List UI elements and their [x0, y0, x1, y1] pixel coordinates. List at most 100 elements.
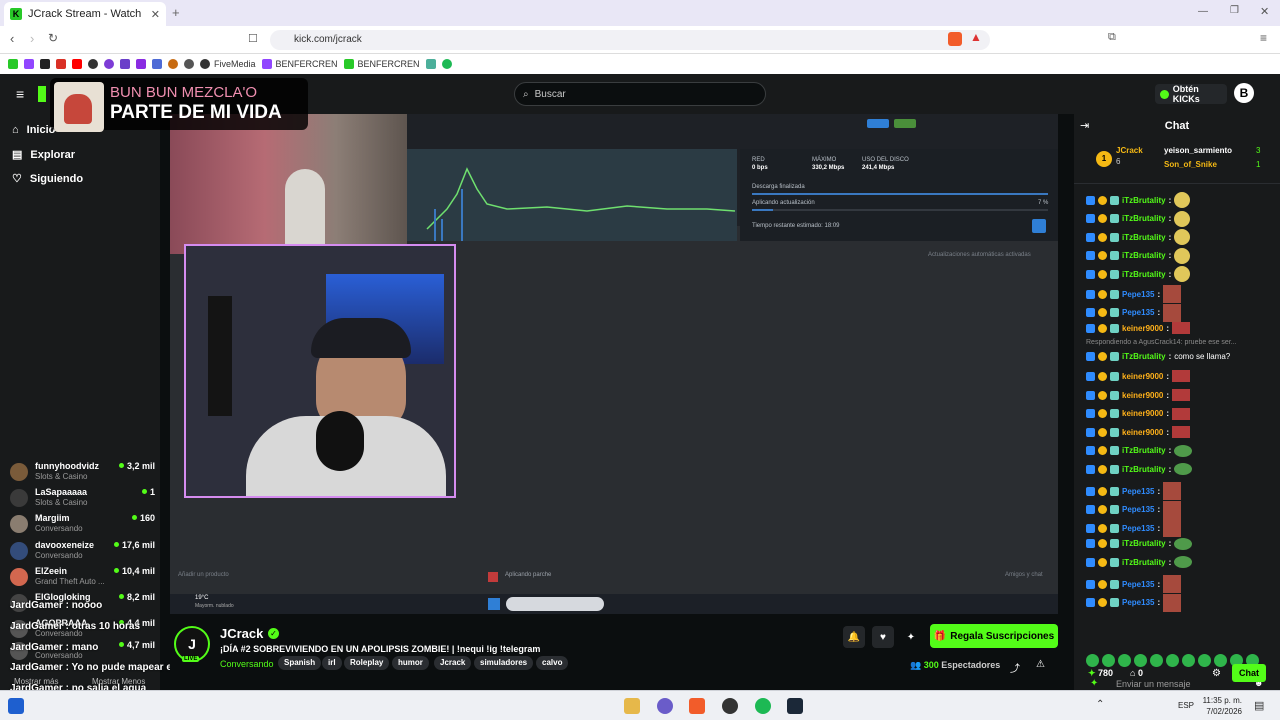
bookmark-fivemedia[interactable]: FiveMedia [200, 59, 256, 69]
chat-message[interactable]: iTzBrutality: [1086, 266, 1191, 283]
chat-message[interactable]: Pepe135: [1086, 593, 1182, 612]
follow-heart-button[interactable]: ♥ [872, 626, 894, 648]
chat-username[interactable]: keiner9000 [1122, 391, 1163, 400]
bookmark-icon[interactable]: ☐ [248, 32, 258, 45]
bookmark-icon[interactable] [120, 59, 130, 69]
chat-message[interactable]: Pepe135: [1086, 575, 1182, 593]
minimize-icon[interactable]: — [1198, 6, 1208, 17]
gift-subs-button[interactable]: 🎁 Regala Suscripciones [930, 624, 1058, 648]
close-tab-icon[interactable]: ✕ [151, 8, 160, 21]
bookmark-icon[interactable] [152, 59, 162, 69]
chat-username[interactable]: keiner9000 [1122, 409, 1163, 418]
chat-username[interactable]: keiner9000 [1122, 372, 1163, 381]
sidebar-channel[interactable]: LaSapaaaaa Slots & Casino 1 [10, 485, 155, 511]
notification-bell-button[interactable]: 🔔 [843, 626, 865, 648]
chat-message[interactable]: iTzBrutality: [1086, 556, 1193, 569]
chat-message[interactable]: iTzBrutality: [1086, 444, 1193, 457]
tag[interactable]: Roleplay [344, 656, 390, 670]
bookmark-icon[interactable] [136, 59, 146, 69]
report-icon[interactable]: ⚠ [1036, 659, 1045, 670]
sidebar-item-explore[interactable]: ▤ Explorar [12, 148, 75, 162]
bookmark-icon[interactable] [104, 59, 114, 69]
emote[interactable] [1214, 654, 1227, 667]
emote[interactable] [1102, 654, 1115, 667]
user-avatar[interactable]: B [1234, 83, 1254, 103]
clock[interactable]: 11:35 p. m. 7/02/2026 [1196, 695, 1242, 717]
bookmark-icon[interactable] [88, 59, 98, 69]
close-window-icon[interactable]: ✕ [1260, 5, 1269, 18]
chat-message[interactable]: Pepe135: [1086, 500, 1182, 519]
sidebar-channel[interactable]: Margiim Conversando 160 [10, 511, 155, 537]
chat-username[interactable]: iTzBrutality [1122, 251, 1166, 260]
spotify-bookmark-icon[interactable] [441, 59, 452, 69]
emote[interactable] [1150, 654, 1163, 667]
chat-message[interactable]: iTzBrutality: [1086, 192, 1191, 208]
brave-icon[interactable] [689, 698, 705, 714]
sidebar-channel[interactable]: davooxeneize Conversando 17,6 mil [10, 538, 155, 564]
sidebar-item-following[interactable]: ♡ Siguiendo [12, 172, 83, 186]
bookmark-icon[interactable] [184, 59, 194, 69]
tag[interactable]: calvo [536, 656, 569, 670]
sidebar-channel[interactable]: funnyhoodvidz Slots & Casino 3,2 mil [10, 459, 155, 485]
chat-message[interactable]: Pepe135: [1086, 285, 1182, 303]
bookmark-icon[interactable] [40, 59, 50, 69]
chat-message[interactable]: keiner9000: [1086, 370, 1191, 383]
search-input[interactable]: ⌕ Buscar [514, 82, 766, 106]
send-chat-button[interactable]: Chat [1232, 664, 1266, 682]
chat-message[interactable]: keiner9000: [1086, 389, 1191, 401]
language-indicator[interactable]: ESP [1178, 701, 1194, 710]
bookmark-icon[interactable] [168, 59, 178, 69]
forward-icon[interactable]: › [30, 31, 34, 46]
chat-username[interactable]: keiner9000 [1122, 428, 1163, 437]
youtube-icon[interactable] [72, 59, 82, 69]
emote[interactable] [1134, 654, 1147, 667]
chat-username[interactable]: iTzBrutality [1122, 352, 1166, 361]
bookmark-benfercren-kick[interactable]: BENFERCREN [343, 59, 420, 69]
chat-message[interactable]: iTzBrutality: [1086, 210, 1191, 227]
chat-message[interactable]: Pepe135: [1086, 482, 1182, 500]
chat-message[interactable]: keiner9000: [1086, 407, 1191, 420]
url-field[interactable]: kick.com/jcrack [270, 30, 990, 50]
chat-message[interactable]: keiner9000: [1086, 322, 1191, 335]
emote[interactable] [1166, 654, 1179, 667]
stream-category[interactable]: Conversando [220, 659, 274, 669]
chat-message[interactable]: keiner9000: [1086, 426, 1191, 439]
chat-username[interactable]: Pepe135 [1122, 487, 1154, 496]
kick-logo[interactable] [38, 86, 46, 102]
chat-username[interactable]: Pepe135 [1122, 598, 1154, 607]
brave-shield-icon[interactable] [948, 32, 962, 46]
emote[interactable] [1118, 654, 1131, 667]
sidebar-channel[interactable]: ElZeein Grand Theft Auto ... 10,4 mil [10, 564, 155, 590]
chat-username[interactable]: iTzBrutality [1122, 270, 1166, 279]
kick-bookmark-icon[interactable] [8, 59, 18, 69]
chat-message[interactable]: iTzBrutality: [1086, 537, 1193, 550]
bookmark-icon[interactable] [425, 59, 436, 69]
notifications-icon[interactable]: ▤ [1254, 699, 1264, 712]
emote[interactable] [1198, 654, 1211, 667]
back-icon[interactable]: ‹ [10, 31, 14, 46]
spotify-icon[interactable] [755, 698, 771, 714]
emote[interactable] [1086, 654, 1099, 667]
chat-username[interactable]: keiner9000 [1122, 324, 1163, 333]
tag[interactable]: irl [322, 656, 342, 670]
app-icon[interactable] [657, 698, 673, 714]
chat-message[interactable]: Pepe135: [1086, 303, 1182, 322]
video-player[interactable]: RED 0 bps MÁXIMO 330,2 Mbps USO DEL DISC… [170, 114, 1058, 614]
chat-username[interactable]: iTzBrutality [1122, 446, 1166, 455]
twitch-bookmark-icon[interactable] [24, 59, 34, 69]
chat-username[interactable]: Pepe135 [1122, 580, 1154, 589]
gift-count[interactable]: ⌂ 0 [1130, 668, 1143, 678]
share-icon[interactable]: ⤴ [1010, 660, 1020, 675]
sparkle-icon[interactable]: ✦ [900, 626, 922, 648]
chat-message[interactable]: iTzBrutality: [1086, 229, 1191, 246]
emote[interactable] [1182, 654, 1195, 667]
channel-name[interactable]: JCrack [220, 626, 263, 641]
file-explorer-icon[interactable] [624, 698, 640, 714]
new-tab-icon[interactable]: + [172, 5, 180, 20]
extensions-icon[interactable]: ⧉ [1108, 31, 1116, 44]
chat-username[interactable]: Pepe135 [1122, 524, 1154, 533]
chat-username[interactable]: Pepe135 [1122, 308, 1154, 317]
chat-message[interactable]: iTzBrutality: como se llama? [1086, 351, 1230, 361]
steam-icon[interactable] [787, 698, 803, 714]
gmail-icon[interactable] [56, 59, 66, 69]
